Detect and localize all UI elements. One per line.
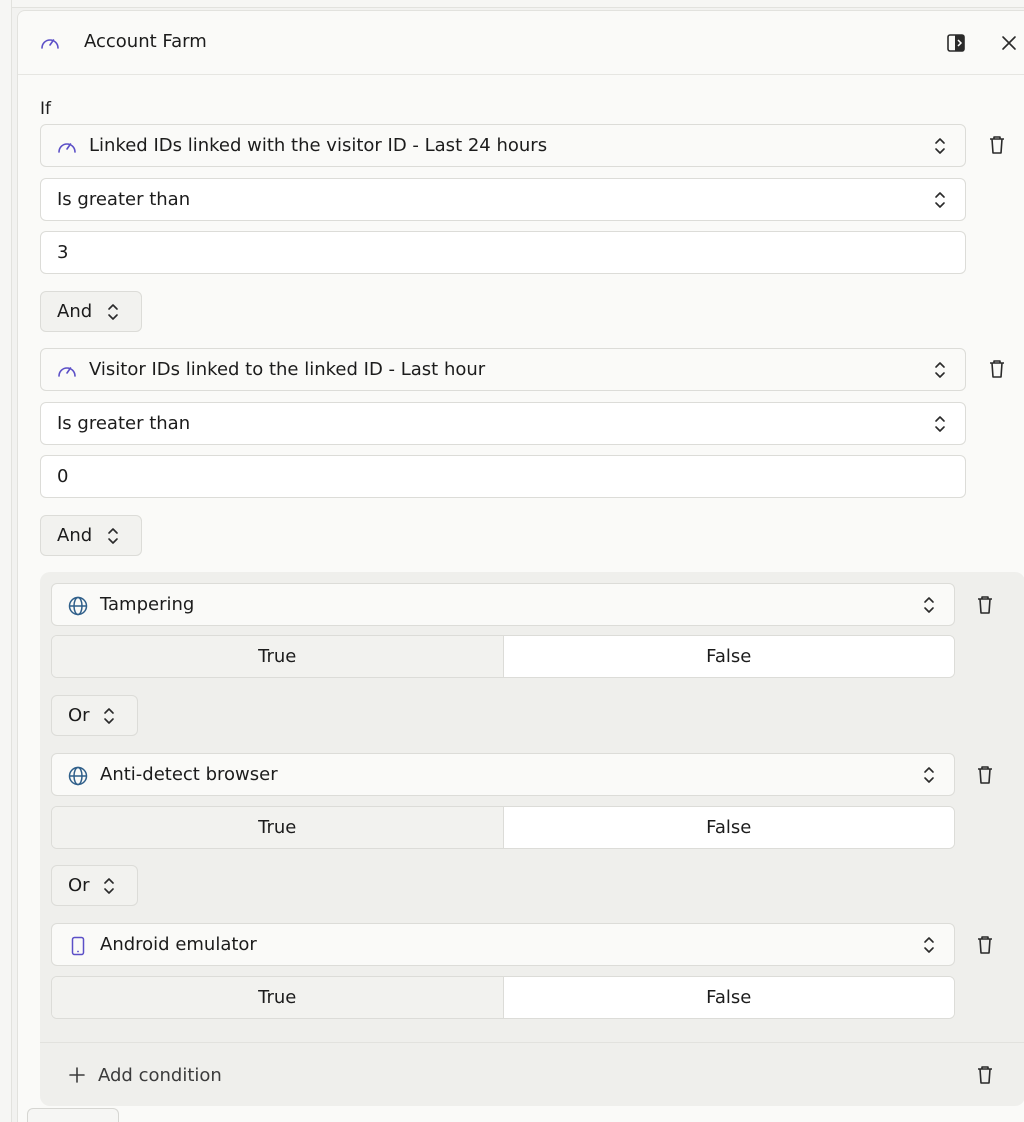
- operator-label: Is greater than: [57, 189, 191, 210]
- gauge-icon: [39, 33, 61, 55]
- add-condition-label: Add condition: [98, 1064, 222, 1086]
- chevron-up-down-icon: [933, 190, 947, 215]
- top-edge: [12, 0, 1024, 8]
- add-condition-row: Add condition: [40, 1042, 1024, 1106]
- phone-icon: [68, 936, 88, 961]
- chevron-up-down-icon: [922, 765, 936, 790]
- signal-label: Anti-detect browser: [100, 764, 278, 785]
- left-sidebar-edge: [0, 0, 12, 1122]
- conjunction-label: And: [57, 525, 93, 546]
- chevron-up-down-icon: [922, 595, 936, 620]
- operator-select-2[interactable]: Is greater than: [40, 402, 966, 445]
- conjunction-label: Or: [68, 705, 90, 726]
- gauge-icon: [57, 361, 77, 384]
- delete-condition-button[interactable]: [985, 357, 1009, 381]
- trash-icon: [990, 136, 1004, 154]
- trash-icon: [990, 360, 1004, 378]
- group-signal-select-3[interactable]: Android emulator: [51, 923, 955, 966]
- true-option[interactable]: True: [52, 807, 504, 848]
- condition-group: Tampering True False Or Anti-detect brow…: [40, 572, 1024, 1106]
- conjunction-label: And: [57, 301, 93, 322]
- chevron-up-down-icon: [102, 876, 116, 901]
- group-signal-select-1[interactable]: Tampering: [51, 583, 955, 626]
- true-false-toggle-3: True False: [51, 976, 955, 1019]
- true-false-toggle-2: True False: [51, 806, 955, 849]
- delete-condition-button[interactable]: [985, 133, 1009, 157]
- chevron-up-down-icon: [102, 706, 116, 731]
- chevron-up-down-icon: [922, 935, 936, 960]
- chevron-up-down-icon: [933, 360, 947, 385]
- signal-select-2[interactable]: Visitor IDs linked to the linked ID - La…: [40, 348, 966, 391]
- group-conjunction-select-2[interactable]: Or: [51, 865, 138, 906]
- value-input-2[interactable]: 0: [40, 455, 966, 498]
- panel-title: Account Farm: [84, 31, 207, 52]
- conjunction-label: Or: [68, 875, 90, 896]
- value-input-1[interactable]: 3: [40, 231, 966, 274]
- signal-label: Tampering: [100, 594, 195, 615]
- false-option[interactable]: False: [503, 636, 954, 677]
- trash-icon: [978, 596, 992, 614]
- signal-label: Visitor IDs linked to the linked ID - La…: [89, 359, 486, 380]
- group-signal-select-2[interactable]: Anti-detect browser: [51, 753, 955, 796]
- group-conjunction-select-1[interactable]: Or: [51, 695, 138, 736]
- trash-icon: [978, 766, 992, 784]
- delete-condition-button[interactable]: [973, 763, 997, 787]
- plus-icon: [69, 1067, 85, 1083]
- true-false-toggle-1: True False: [51, 635, 955, 678]
- close-button[interactable]: [997, 31, 1021, 55]
- globe-icon: [68, 596, 88, 621]
- signal-select-1[interactable]: Linked IDs linked with the visitor ID - …: [40, 124, 966, 167]
- delete-group-button[interactable]: [973, 1063, 997, 1087]
- delete-condition-button[interactable]: [973, 933, 997, 957]
- chevron-up-down-icon: [933, 136, 947, 161]
- gauge-icon: [57, 137, 77, 160]
- conjunction-select-2[interactable]: And: [40, 515, 142, 556]
- sidebar-toggle-icon: [947, 34, 965, 52]
- add-condition-button[interactable]: Add condition: [68, 1062, 222, 1088]
- chevron-up-down-icon: [106, 302, 120, 327]
- panel-header: Account Farm: [18, 11, 1024, 75]
- false-option[interactable]: False: [503, 807, 954, 848]
- globe-icon: [68, 766, 88, 791]
- signal-label: Android emulator: [100, 934, 257, 955]
- close-icon: [1002, 36, 1016, 50]
- delete-condition-button[interactable]: [973, 593, 997, 617]
- chevron-up-down-icon: [933, 414, 947, 439]
- true-option[interactable]: True: [52, 977, 504, 1018]
- operator-label: Is greater than: [57, 413, 191, 434]
- false-option[interactable]: False: [503, 977, 954, 1018]
- signal-label: Linked IDs linked with the visitor ID - …: [89, 135, 548, 156]
- true-option[interactable]: True: [52, 636, 504, 677]
- bottom-partial-button: [27, 1108, 119, 1122]
- conjunction-select-1[interactable]: And: [40, 291, 142, 332]
- sidebar-toggle-button[interactable]: [944, 31, 968, 55]
- chevron-up-down-icon: [106, 526, 120, 551]
- rule-editor-panel: Account Farm If Linked IDs linked with t…: [17, 10, 1024, 1122]
- if-label: If: [40, 99, 51, 119]
- trash-icon: [978, 1066, 992, 1084]
- trash-icon: [978, 936, 992, 954]
- operator-select-1[interactable]: Is greater than: [40, 178, 966, 221]
